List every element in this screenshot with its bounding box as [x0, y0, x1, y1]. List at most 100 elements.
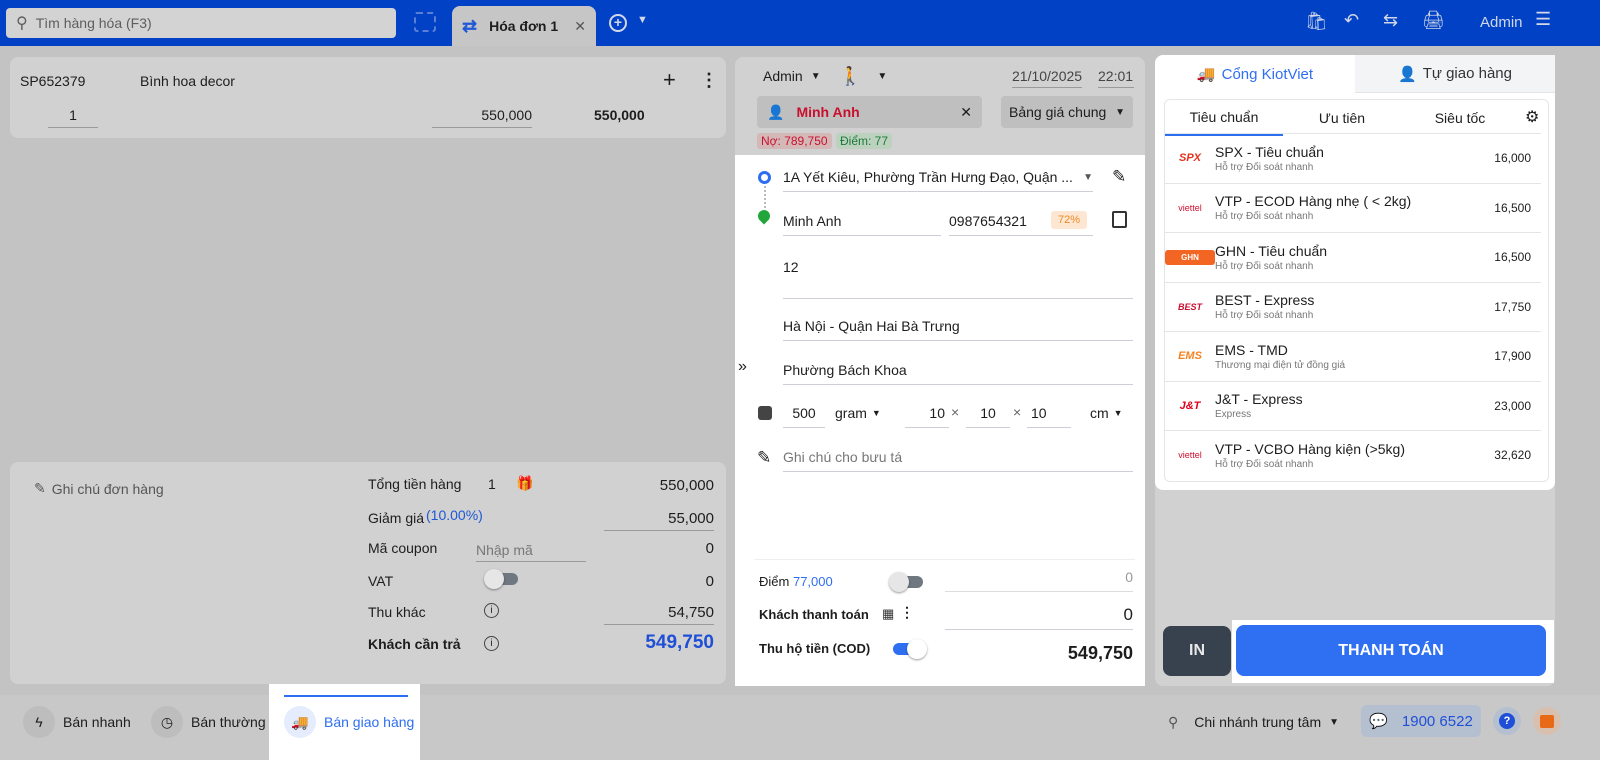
order-date[interactable]: 21/10/2025 — [1012, 68, 1083, 88]
user-menu[interactable]: Admin — [1480, 14, 1523, 31]
courier-note-input[interactable]: Ghi chú cho bưu tá — [783, 449, 1133, 472]
vat-toggle[interactable] — [484, 569, 518, 589]
walking-person-icon: 🚶 — [839, 66, 862, 86]
payment-options-icon[interactable]: ⋮ — [900, 604, 914, 621]
qr-code-icon[interactable]: ▦ — [882, 606, 894, 622]
address-line-input[interactable]: 12 — [783, 259, 1133, 299]
discount-input[interactable]: 55,000 — [604, 510, 714, 531]
item-price-input[interactable]: 550,000 — [432, 107, 532, 128]
width-input[interactable]: 10 — [966, 405, 1010, 428]
carrier-option[interactable]: EMS EMS - TMD Thương mại điện tử đồng giá 1… — [1165, 331, 1541, 380]
help-button[interactable]: ? — [1493, 707, 1521, 735]
print-icon[interactable]: 🖨 — [1422, 10, 1445, 31]
pay-button[interactable]: THANH TOÁN — [1236, 625, 1546, 676]
tab-invoice-1[interactable]: ⇄ Hóa đơn 1 ✕ — [452, 6, 596, 46]
more-options-icon[interactable]: ⋮ — [700, 70, 718, 91]
carrier-option[interactable]: BEST BEST - Express Hỗ trợ Đối soát nhanh 1… — [1165, 281, 1541, 331]
mode-delivery-sale[interactable]: 🚚 Bán giao hàng — [284, 700, 414, 744]
clear-customer-icon[interactable]: ✕ — [960, 104, 972, 121]
mode-normal-sale[interactable]: ◷ Bán thường — [151, 700, 266, 744]
receiver-name-input[interactable]: Minh Anh — [783, 213, 941, 236]
print-button[interactable]: IN — [1163, 626, 1231, 676]
mode-quick-sale[interactable]: ϟ Bán nhanh — [23, 700, 131, 744]
carrier-option[interactable]: GHN GHN - Tiêu chuẩn Hỗ trợ Đối soát nhanh… — [1165, 232, 1541, 281]
tab-kiotviet-gateway[interactable]: 🚚 Cổng KiotViet — [1155, 55, 1355, 93]
info-icon[interactable]: i — [484, 636, 499, 651]
pickup-point-icon — [758, 171, 771, 184]
item-qty-input[interactable]: 1 — [48, 107, 98, 128]
carrier-subtitle: Hỗ trợ Đối soát nhanh — [1215, 458, 1314, 470]
contact-card-icon[interactable] — [1112, 211, 1127, 228]
carrier-option[interactable]: SPX SPX - Tiêu chuẩn Hỗ trợ Đối soát nhanh… — [1165, 133, 1541, 182]
hamburger-menu-icon[interactable]: ☰ — [1535, 9, 1551, 30]
carrier-option[interactable]: viettel VTP - ECOD Hàng nhẹ ( < 2kg) Hỗ tr… — [1165, 182, 1541, 232]
other-charges-label: Thu khác — [368, 604, 426, 620]
weight-unit-select[interactable]: gram ▼ — [835, 405, 881, 421]
cart-item: SP652379 Bình hoa decor + ⋮ 1 550,000 55… — [10, 57, 726, 138]
tab-priority[interactable]: Ưu tiên — [1283, 100, 1401, 136]
district-select[interactable]: Hà Nội - Quận Hai Bà Trưng — [783, 318, 1133, 341]
carrier-name: VTP - ECOD Hàng nhẹ ( < 2kg) — [1215, 193, 1412, 209]
weight-input[interactable]: 500 — [783, 405, 825, 428]
carrier-option[interactable]: viettel VTP - VCBO Hàng kiện (>5kg) Hỗ trợ… — [1165, 430, 1541, 479]
other-charges-input[interactable]: 54,750 — [604, 604, 714, 625]
undo-icon[interactable]: ↶ — [1344, 10, 1359, 31]
ward-select[interactable]: Phường Bách Khoa — [783, 362, 1133, 385]
points-toggle[interactable] — [889, 572, 923, 592]
carrier-option[interactable]: J&T J&T - Express Express 23,000 — [1165, 380, 1541, 430]
swap-icon: ⇄ — [462, 15, 478, 36]
feedback-button[interactable] — [1533, 707, 1561, 735]
order-summary: ✎ Ghi chú đơn hàng Tổng tiền hàng 1 🎁 55… — [10, 462, 726, 684]
hotline-button[interactable]: 💬 1900 6522 — [1361, 705, 1481, 737]
add-item-icon[interactable]: + — [663, 67, 676, 93]
coupon-input[interactable]: Nhập mã — [476, 542, 586, 562]
carrier-price: 32,620 — [1494, 448, 1531, 462]
tab-menu-caret-icon[interactable]: ▼ — [637, 14, 648, 26]
shopping-bag-icon[interactable]: 🛍 — [1305, 11, 1328, 32]
height-input[interactable]: 10 — [1027, 405, 1071, 428]
search-icon: ⚲ — [16, 15, 28, 32]
expand-icon[interactable]: » — [738, 358, 747, 376]
product-search-input[interactable]: ⚲ Tìm hàng hóa (F3) — [6, 8, 396, 38]
pickup-address-select[interactable]: 1A Yết Kiêu, Phường Trần Hưng Đạo, Quận … — [783, 169, 1093, 192]
discount-label: Giảm giá — [368, 510, 425, 526]
delivery-person-icon: 👤 — [1398, 65, 1417, 83]
discount-percent[interactable]: (10.00%) — [426, 507, 483, 523]
carrier-logo: SPX — [1178, 152, 1201, 164]
sync-icon[interactable]: ⇆ — [1383, 10, 1398, 31]
customer-pay-label: Khách thanh toán — [759, 607, 869, 622]
barcode-icon[interactable] — [414, 12, 436, 32]
carrier-logo: GHN — [1165, 249, 1215, 265]
points-amount-input[interactable]: 0 — [945, 569, 1133, 592]
add-tab-icon[interactable]: + — [609, 14, 627, 32]
carrier-logo: viettel — [1178, 450, 1202, 460]
points-badge: Điểm: 77 — [836, 133, 893, 149]
order-time[interactable]: 22:01 — [1098, 68, 1134, 88]
dimension-unit-select[interactable]: cm ▼ — [1090, 405, 1123, 421]
price-list-select[interactable]: Bảng giá chung ▼ — [1001, 96, 1133, 128]
order-note-button[interactable]: ✎ Ghi chú đơn hàng — [34, 480, 164, 497]
length-input[interactable]: 10 — [905, 405, 949, 428]
seller-select[interactable]: Admin ▼ — [763, 68, 821, 84]
tab-express[interactable]: Siêu tốc — [1401, 100, 1519, 136]
gift-icon[interactable]: 🎁 — [516, 475, 533, 492]
settings-gear-icon[interactable]: ⚙ — [1525, 107, 1539, 127]
note-edit-icon: ✎ — [757, 448, 772, 467]
tab-self-delivery[interactable]: 👤 Tự giao hàng — [1355, 55, 1555, 93]
customer-field[interactable]: 👤 Minh Anh ✕ — [757, 96, 982, 128]
cod-toggle[interactable] — [893, 639, 927, 659]
carrier-logo: viettel — [1178, 202, 1202, 213]
item-code: SP652379 — [20, 73, 86, 89]
question-icon: ? — [1499, 713, 1515, 729]
carrier-subtitle: Express — [1215, 409, 1252, 420]
caret-down-icon: ▼ — [871, 408, 881, 418]
customer-pay-input[interactable]: 0 — [945, 605, 1133, 630]
item-total: 550,000 — [594, 107, 645, 123]
tab-standard[interactable]: Tiêu chuẩn — [1165, 100, 1283, 136]
branch-select[interactable]: ⚲ Chi nhánh trung tâm ▼ — [1168, 700, 1339, 744]
close-tab-icon[interactable]: ✕ — [574, 18, 586, 35]
carrier-info: J&T - Express Express — [1215, 391, 1303, 420]
info-icon[interactable]: i — [484, 603, 499, 618]
sales-channel-select[interactable]: 🚶 ▼ — [839, 66, 887, 87]
edit-address-icon[interactable]: ✎ — [1112, 167, 1126, 187]
